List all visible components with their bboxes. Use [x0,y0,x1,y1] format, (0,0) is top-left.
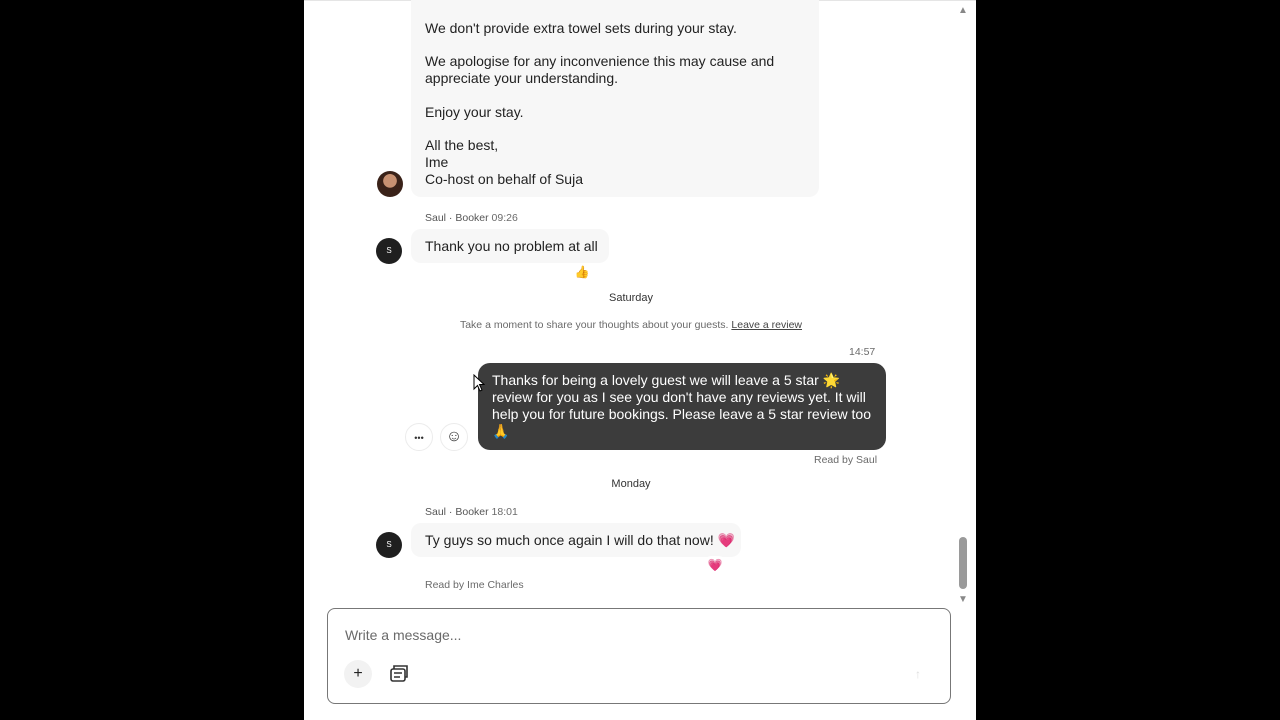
sender-name: Saul · Booker [425,212,489,224]
add-reaction-button[interactable]: ☺ [440,423,468,451]
sender-name: Saul · Booker [425,506,489,518]
add-attachment-button[interactable]: + [344,660,372,688]
guest-avatar[interactable]: S [376,238,402,264]
message-thread-page: We don't provide extra towel sets during… [304,0,976,720]
host-message-paragraph: All the best, Ime Co-host on behalf of S… [425,137,583,187]
host-message-paragraph: We apologise for any inconvenience this … [425,53,775,86]
leave-review-link[interactable]: Leave a review [731,319,802,331]
host-message-bubble: We don't provide extra towel sets during… [411,0,819,197]
scrollbar-thumb[interactable] [959,537,967,589]
thumbs-up-reaction[interactable]: 👍 [570,263,594,281]
send-button[interactable]: ↑ [908,664,928,684]
heart-reaction[interactable]: 💗 [703,556,727,574]
message-time: 14:57 [849,346,876,358]
review-prompt-text: Take a moment to share your thoughts abo… [459,319,729,331]
guest-message-text: Ty guys so much once again I will do tha… [425,532,736,548]
message-composer[interactable]: Write a message... + ↑ [327,608,951,704]
send-arrow-icon: ↑ [915,667,921,681]
review-prompt: Take a moment to share your thoughts abo… [304,319,958,331]
outgoing-message-text: Thanks for being a lovely guest we will … [492,372,871,439]
emoji-icon: ☺ [445,428,463,445]
guest-message-text: Thank you no problem at all [425,238,598,254]
host-message-paragraph: We don't provide extra towel sets during… [425,20,737,36]
plus-icon: + [353,665,363,682]
message-meta: Saul · Booker 09:26 [425,212,518,224]
scroll-down-arrow[interactable]: ▼ [956,593,970,607]
read-receipt: Read by Saul [814,454,878,466]
message-time: 18:01 [491,506,518,518]
message-input[interactable]: Write a message... [345,627,461,643]
more-icon: ••• [414,433,424,443]
host-avatar[interactable] [377,171,403,197]
outgoing-message-bubble: Thanks for being a lovely guest we will … [478,363,886,450]
host-message-paragraph: Enjoy your stay. [425,104,524,120]
message-time: 09:26 [491,212,518,224]
guest-message-bubble: Ty guys so much once again I will do tha… [411,523,741,557]
day-separator: Monday [611,478,651,490]
quick-replies-button[interactable] [386,661,412,687]
quick-replies-icon [390,665,408,682]
guest-message-bubble: Thank you no problem at all [411,229,609,263]
day-separator: Saturday [608,292,654,304]
scroll-up-arrow[interactable]: ▲ [956,4,970,18]
guest-avatar[interactable]: S [376,532,402,558]
more-options-button[interactable]: ••• [405,423,433,451]
mouse-cursor-icon [473,374,485,392]
read-receipt: Read by Ime Charles [425,579,524,591]
message-meta: Saul · Booker 18:01 [425,506,518,518]
